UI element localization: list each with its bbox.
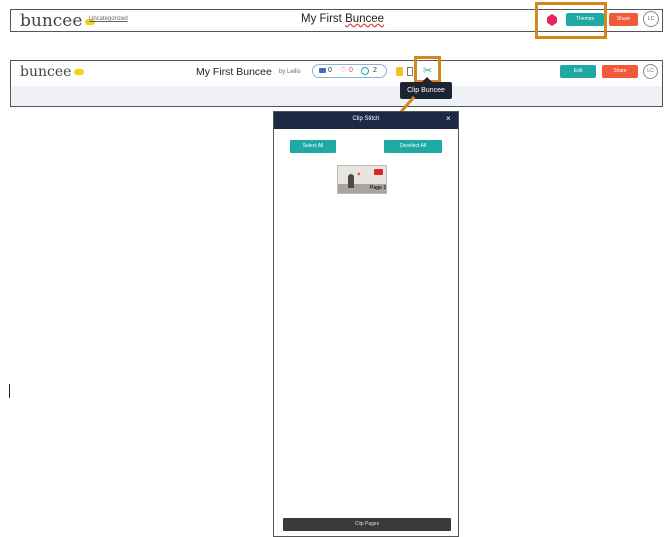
document-icon[interactable] [407,67,413,76]
video-icon [374,169,383,175]
comment-icon[interactable] [319,68,326,73]
buncee-logo[interactable]: buncee [20,64,85,80]
modal-header: Clip Stitch × [274,112,458,129]
category-link[interactable]: Uncategorized [89,16,128,22]
clip-pages-button[interactable]: Clip Pages [283,518,451,531]
share-button[interactable]: Share [602,65,638,78]
buncee-title[interactable]: My First Buncee [301,13,384,25]
coin-icon[interactable] [396,67,403,76]
page-label: Page 1 [370,185,387,191]
buncee-logo[interactable]: buncee [20,11,96,31]
view-toolbar: buncee My First Buncee by Leilis 0 ♡ 0 2… [10,60,663,107]
share-button[interactable]: Share [609,13,638,26]
author-byline[interactable]: by Leilis [279,69,301,75]
highlight-box-themes [535,2,607,39]
heart-icon[interactable]: ♡ [340,66,346,74]
avatar[interactable]: LC [643,64,658,79]
heart-sticker: ♥ [357,172,361,178]
clip-stitch-modal: Clip Stitch × Select All Deselect All ♥ … [273,111,459,537]
avatar[interactable]: LC [643,11,659,27]
modal-title: Clip Stitch [352,116,380,122]
stats-pill: 0 ♡ 0 2 [312,64,387,78]
comment-count: 0 [328,67,332,74]
edit-button[interactable]: Edit [560,65,596,78]
remix-icon[interactable] [361,67,369,75]
like-count: 0 [349,67,353,74]
buncee-title: My First Buncee [196,66,272,78]
divider-mark [9,384,10,398]
deselect-all-button[interactable]: Deselect All [384,140,442,153]
remix-count: 2 [373,67,377,74]
person-figure [348,174,354,188]
close-icon[interactable]: × [446,114,451,123]
select-all-button[interactable]: Select All [290,140,336,153]
